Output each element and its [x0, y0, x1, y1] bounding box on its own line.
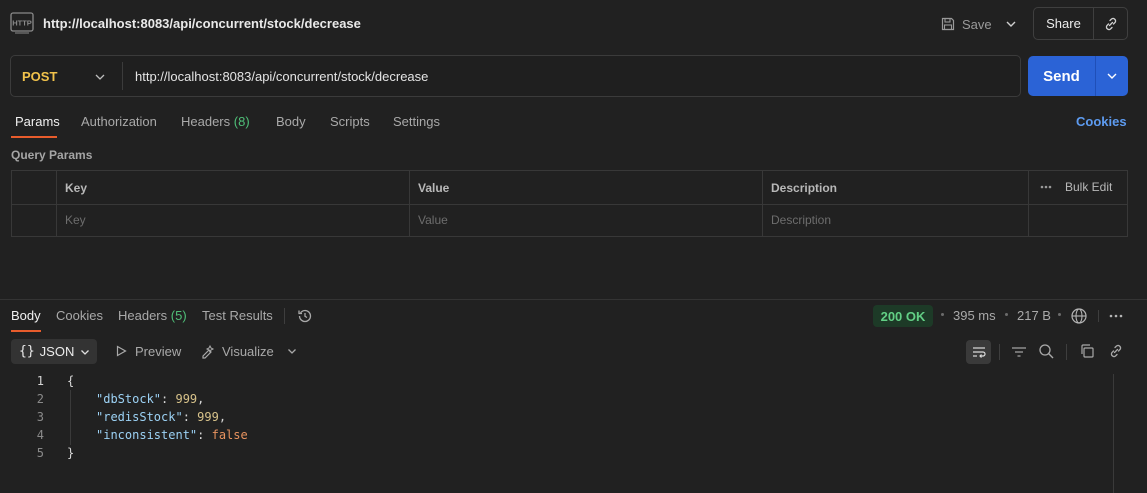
share-group: Share	[1033, 7, 1128, 40]
filter-icon[interactable]	[1011, 345, 1027, 359]
status-badge: 200 OK	[873, 305, 933, 327]
json-open-brace: {	[67, 374, 75, 388]
tab-settings[interactable]: Settings	[393, 114, 440, 129]
http-request-icon: HTTP	[10, 11, 35, 35]
send-group: Send	[1028, 56, 1128, 96]
link-icon[interactable]	[1108, 343, 1124, 359]
indent-guide	[70, 390, 71, 445]
toolbar-divider	[999, 344, 1000, 360]
response-time: 395 ms	[953, 308, 996, 323]
scrollbar-track[interactable]	[1113, 374, 1114, 493]
more-options-icon[interactable]	[1109, 314, 1123, 318]
url-divider	[122, 62, 123, 90]
response-tab-cookies[interactable]: Cookies	[56, 308, 103, 323]
bulk-edit-button[interactable]: Bulk Edit	[1065, 180, 1112, 194]
preview-button[interactable]: Preview	[135, 344, 181, 359]
tab-scripts[interactable]: Scripts	[330, 114, 370, 129]
query-params-table: Key Value Description Bulk Edit Key Valu…	[11, 170, 1128, 237]
separator-dot	[941, 313, 944, 316]
description-input[interactable]: Description	[771, 213, 831, 227]
save-icon	[940, 16, 956, 32]
tab-headers[interactable]: Headers (8)	[181, 114, 250, 129]
send-options-chevron-icon[interactable]	[1096, 56, 1128, 96]
method-select[interactable]: POST	[22, 69, 57, 84]
line-number: 5	[36, 446, 44, 460]
tab-headers-count: (8)	[233, 114, 250, 129]
request-title[interactable]: http://localhost:8083/api/concurrent/sto…	[43, 16, 361, 31]
response-headers-count: (5)	[170, 308, 187, 323]
visualize-chevron-down-icon[interactable]	[286, 345, 298, 357]
meta-divider	[1098, 310, 1099, 322]
json-value: false	[211, 428, 248, 442]
search-icon[interactable]	[1038, 343, 1055, 360]
response-divider[interactable]	[0, 299, 1147, 300]
visualize-icon	[200, 343, 216, 359]
header-divider	[12, 204, 1127, 205]
json-line: "inconsistent": false	[96, 428, 248, 442]
line-number: 4	[36, 428, 44, 442]
format-label: JSON	[39, 344, 75, 359]
column-header-key: Key	[65, 181, 88, 195]
send-button[interactable]: Send	[1028, 56, 1096, 96]
value-input[interactable]: Value	[418, 213, 448, 227]
separator-dot	[1058, 313, 1061, 316]
wrap-lines-icon[interactable]	[966, 340, 991, 364]
line-number: 1	[36, 374, 44, 388]
json-key: "redisStock"	[96, 410, 183, 424]
json-trail: ,	[197, 392, 205, 406]
response-tab-body[interactable]: Body	[11, 308, 41, 323]
json-value: 999	[175, 392, 198, 406]
json-key: "inconsistent"	[96, 428, 198, 442]
line-number: 3	[36, 410, 44, 424]
play-icon	[115, 345, 127, 357]
json-line: "redisStock": 999,	[96, 410, 227, 424]
braces-icon: {}	[19, 344, 35, 359]
url-input[interactable]: http://localhost:8083/api/concurrent/sto…	[135, 69, 428, 84]
line-number: 2	[36, 392, 44, 406]
active-tab-indicator	[11, 136, 57, 138]
response-body-viewer[interactable]: 1 2 3 4 5 { "dbStock": 999, "redisStock"…	[0, 372, 1113, 493]
json-close-brace: }	[67, 446, 75, 460]
save-label: Save	[962, 16, 992, 32]
tab-params[interactable]: Params	[15, 114, 60, 129]
response-tab-test-results[interactable]: Test Results	[202, 308, 273, 323]
cookies-link[interactable]: Cookies	[1076, 114, 1127, 129]
copy-link-icon[interactable]	[1094, 8, 1127, 39]
save-button[interactable]: Save	[940, 10, 995, 38]
save-options-chevron-icon[interactable]	[1002, 14, 1020, 34]
response-size: 217 B	[1017, 308, 1051, 323]
svg-text:HTTP: HTTP	[12, 19, 32, 28]
column-header-value: Value	[418, 181, 450, 195]
more-options-icon[interactable]	[1040, 185, 1052, 189]
format-select[interactable]: {} JSON	[11, 339, 97, 364]
json-line: "dbStock": 999,	[96, 392, 205, 406]
column-header-description: Description	[771, 181, 838, 195]
copy-icon[interactable]	[1079, 343, 1095, 359]
response-active-tab-indicator	[11, 330, 41, 332]
method-chevron-down-icon[interactable]	[93, 70, 107, 84]
format-chevron-down-icon	[79, 346, 91, 358]
history-icon[interactable]	[296, 307, 314, 325]
response-tab-headers[interactable]: Headers (5)	[118, 308, 187, 323]
response-headers-label: Headers	[118, 308, 168, 323]
request-url-bar: POST http://localhost:8083/api/concurren…	[10, 55, 1021, 97]
json-trail: ,	[218, 410, 227, 424]
json-key: "dbStock"	[96, 392, 162, 406]
toolbar-divider	[1066, 344, 1067, 360]
share-button[interactable]: Share	[1034, 8, 1094, 39]
tab-body[interactable]: Body	[276, 114, 306, 129]
tab-headers-label: Headers	[181, 114, 231, 129]
tab-authorization[interactable]: Authorization	[81, 114, 157, 129]
separator-dot	[1005, 313, 1008, 316]
visualize-button[interactable]: Visualize	[222, 344, 274, 359]
tabs-divider	[284, 308, 285, 324]
json-value: 999	[197, 410, 219, 424]
query-params-title: Query Params	[11, 148, 93, 162]
globe-icon[interactable]	[1070, 307, 1088, 325]
key-input[interactable]: Key	[65, 213, 86, 227]
